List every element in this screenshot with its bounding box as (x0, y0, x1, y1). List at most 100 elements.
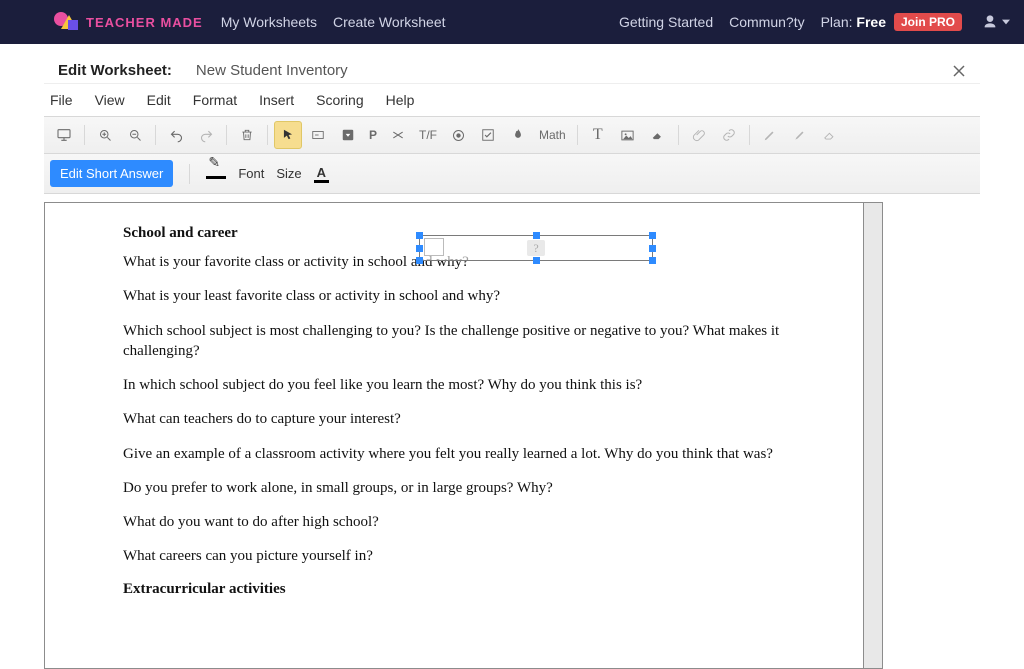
font-button[interactable]: Font (238, 166, 264, 181)
question-7: Do you prefer to work alone, in small gr… (123, 478, 803, 498)
text-box-icon (311, 128, 325, 142)
menu-file[interactable]: File (50, 92, 73, 108)
nav-create-worksheet[interactable]: Create Worksheet (333, 14, 446, 30)
flame-icon (511, 128, 525, 142)
link-tool[interactable] (715, 121, 743, 149)
image-tool[interactable] (614, 121, 642, 149)
title-label: Edit Worksheet: (58, 62, 172, 79)
zoom-in-button[interactable] (91, 121, 119, 149)
close-icon (952, 64, 966, 78)
zoom-out-icon (128, 128, 143, 143)
redo-icon (199, 128, 214, 143)
dropdown-icon (341, 128, 355, 142)
toolbar-context: Edit Short Answer Font Size A (44, 154, 980, 194)
worksheet-page[interactable]: School and career What is your favorite … (44, 202, 864, 669)
whiteout-tool[interactable] (644, 121, 672, 149)
pen-swatch-icon (206, 168, 226, 179)
workspace: School and career What is your favorite … (44, 202, 980, 669)
resize-handle[interactable] (416, 257, 423, 264)
zoom-in-icon (98, 128, 113, 143)
menu-bar: File View Edit Format Insert Scoring Hel… (44, 84, 980, 116)
nav-my-worksheets[interactable]: My Worksheets (221, 14, 317, 30)
present-button[interactable] (50, 121, 78, 149)
short-answer-tool[interactable] (304, 121, 332, 149)
logo-icon (54, 12, 80, 32)
hotspot-tool[interactable] (504, 121, 532, 149)
question-4: In which school subject do you feel like… (123, 375, 803, 395)
resize-handle[interactable] (649, 257, 656, 264)
eraser-solid-icon (651, 128, 665, 142)
text-tool[interactable]: T (584, 121, 612, 149)
resize-handle[interactable] (416, 232, 423, 239)
true-false-tool[interactable]: T/F (414, 121, 442, 149)
question-2: What is your least favorite class or act… (123, 286, 803, 306)
nav-getting-started[interactable]: Getting Started (619, 14, 713, 30)
trash-icon (240, 128, 254, 142)
pointer-tool[interactable] (274, 121, 302, 149)
monitor-icon (56, 127, 72, 143)
worksheet-name: New Student Inventory (196, 62, 348, 79)
dropdown-tool[interactable] (334, 121, 362, 149)
resize-handle[interactable] (533, 232, 540, 239)
toolbar-main: P T/F Math T (44, 116, 980, 154)
user-menu[interactable] (982, 14, 1010, 30)
page-scrollbar[interactable] (864, 202, 883, 669)
delete-button[interactable] (233, 121, 261, 149)
brand-name: TEACHER MADE (86, 15, 203, 30)
multiple-choice-tool[interactable] (444, 121, 472, 149)
pencil-tool[interactable] (756, 121, 784, 149)
size-button[interactable]: Size (276, 166, 301, 181)
text-style-button[interactable]: A (314, 165, 329, 183)
question-8: What do you want to do after high school… (123, 512, 803, 532)
menu-edit[interactable]: Edit (147, 92, 171, 108)
checkbox-tool[interactable] (474, 121, 502, 149)
cursor-icon (281, 128, 295, 142)
redo-button[interactable] (192, 121, 220, 149)
question-5: What can teachers do to capture your int… (123, 409, 803, 429)
section-heading-2: Extracurricular activities (123, 581, 803, 598)
nav-community[interactable]: Commun?ty (729, 14, 804, 30)
radio-icon (451, 128, 466, 143)
checkbox-icon (481, 128, 495, 142)
resize-handle[interactable] (533, 257, 540, 264)
zoom-out-button[interactable] (121, 121, 149, 149)
resize-handle[interactable] (416, 245, 423, 252)
matching-tool[interactable] (384, 121, 412, 149)
eraser-icon (823, 128, 837, 142)
menu-format[interactable]: Format (193, 92, 237, 108)
highlighter-icon (793, 128, 807, 142)
question-9: What careers can you picture yourself in… (123, 546, 803, 566)
eraser-tool[interactable] (816, 121, 844, 149)
highlighter-tool[interactable] (786, 121, 814, 149)
answer-field-placeholder-icon: ? (527, 240, 545, 256)
close-button[interactable] (952, 64, 966, 78)
underline-a-icon: A (314, 165, 329, 183)
resize-handle[interactable] (649, 245, 656, 252)
selected-answer-field[interactable]: ? (419, 235, 653, 261)
link-icon (722, 128, 736, 142)
font-color-button[interactable] (206, 168, 226, 179)
plan-name: Free (856, 14, 886, 30)
undo-button[interactable] (162, 121, 190, 149)
answer-field-handle-icon (424, 238, 444, 256)
undo-icon (169, 128, 184, 143)
attachment-tool[interactable] (685, 121, 713, 149)
menu-insert[interactable]: Insert (259, 92, 294, 108)
plan-label: Plan: Free (821, 14, 886, 30)
paperclip-icon (692, 128, 706, 142)
edit-short-answer-button[interactable]: Edit Short Answer (50, 160, 173, 187)
brand-logo[interactable]: TEACHER MADE (54, 12, 203, 32)
worksheet-title-bar: Edit Worksheet: New Student Inventory (44, 54, 980, 84)
join-pro-button[interactable]: Join PRO (894, 13, 962, 31)
question-3: Which school subject is most challenging… (123, 321, 803, 362)
plan-prefix: Plan: (821, 14, 857, 30)
paragraph-tool[interactable]: P (364, 121, 382, 149)
menu-view[interactable]: View (95, 92, 125, 108)
chevron-down-icon (1002, 18, 1010, 26)
pencil-icon (763, 128, 777, 142)
menu-help[interactable]: Help (386, 92, 415, 108)
math-tool[interactable]: Math (534, 121, 571, 149)
user-icon (982, 14, 998, 30)
menu-scoring[interactable]: Scoring (316, 92, 363, 108)
resize-handle[interactable] (649, 232, 656, 239)
